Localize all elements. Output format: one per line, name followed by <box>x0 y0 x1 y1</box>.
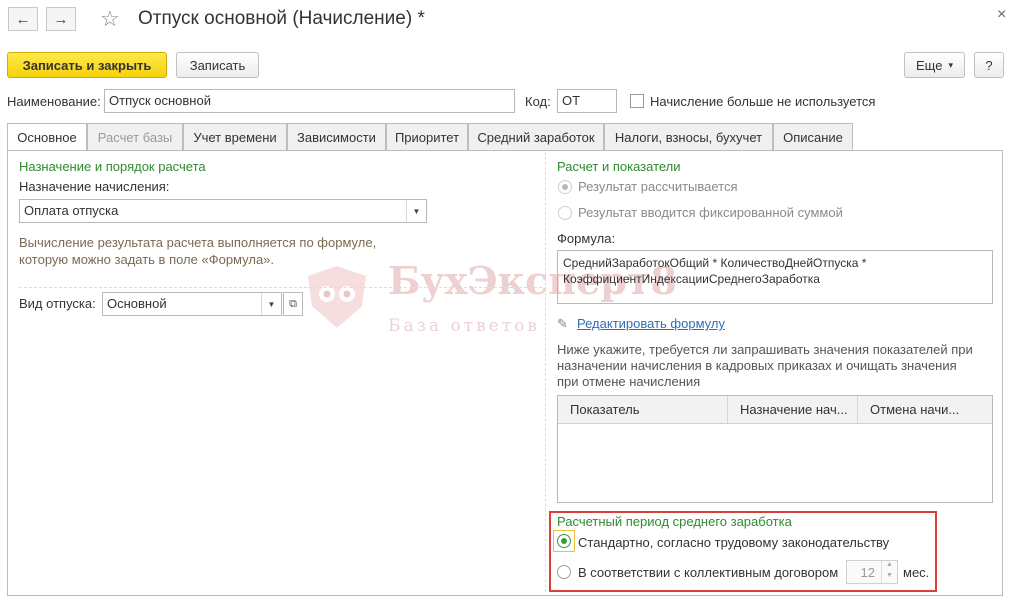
chevron-down-icon[interactable]: ▼ <box>261 293 281 315</box>
watermark-owl-logo <box>302 262 372 332</box>
forward-button[interactable]: → <box>46 7 76 31</box>
formula-label: Формула: <box>557 231 616 246</box>
chevron-down-icon: ▾ <box>948 59 953 70</box>
unused-checkbox[interactable] <box>630 94 644 108</box>
column-header-cancel[interactable]: Отмена начи... <box>858 396 992 423</box>
right-section-title: Расчет и показатели <box>557 159 681 174</box>
edit-formula-link[interactable]: Редактировать формулу <box>577 316 725 331</box>
more-button[interactable]: Еще ▾ <box>904 52 965 78</box>
vacation-kind-select[interactable]: Основной ▼ <box>102 292 282 316</box>
watermark-tagline: База ответов <box>388 316 540 336</box>
pencil-icon: ✎ <box>557 316 568 331</box>
indicators-grid[interactable]: Показатель Назначение нач... Отмена начи… <box>557 395 993 503</box>
back-icon: ← <box>15 10 31 28</box>
formula-hint: Вычисление результата расчета выполняетс… <box>19 235 377 267</box>
name-field[interactable]: Отпуск основной <box>104 89 515 113</box>
indicators-hint: Ниже укажите, требуется ли запрашивать з… <box>557 342 973 389</box>
save-and-close-button[interactable]: Записать и закрыть <box>7 52 167 78</box>
tab-priority[interactable]: Приоритет <box>386 123 468 150</box>
tab-time-accounting[interactable]: Учет времени <box>183 123 287 150</box>
vacation-kind-value: Основной <box>107 296 167 311</box>
left-section-title: Назначение и порядок расчета <box>19 159 206 174</box>
purpose-value: Оплата отпуска <box>24 203 119 218</box>
code-label: Код: <box>525 94 551 109</box>
months-value: 12 <box>860 565 875 580</box>
tab-description[interactable]: Описание <box>773 123 853 150</box>
purpose-label: Назначение начисления: <box>19 179 170 194</box>
tab-dependencies[interactable]: Зависимости <box>287 123 386 150</box>
stepper-down-icon[interactable]: ▼ <box>881 572 897 583</box>
favorite-star-icon[interactable]: ☆ <box>100 6 120 32</box>
formula-field[interactable]: СреднийЗаработокОбщий * КоличествоДнейОт… <box>557 250 993 304</box>
radio-fixed-label: Результат вводится фиксированной суммой <box>578 205 843 220</box>
radio-standard-label: Стандартно, согласно трудовому законодат… <box>578 535 890 550</box>
save-button[interactable]: Записать <box>176 52 259 78</box>
tab-base-calc[interactable]: Расчет базы <box>87 123 183 150</box>
more-label: Еще <box>916 57 943 73</box>
separator <box>19 287 542 288</box>
months-stepper[interactable]: 12 ▲ ▼ <box>846 560 898 584</box>
tab-average-earnings[interactable]: Средний заработок <box>468 123 604 150</box>
radio-collective[interactable] <box>557 565 571 579</box>
unused-label: Начисление больше не используется <box>650 94 876 109</box>
radio-calculated-label: Результат рассчитывается <box>578 179 738 194</box>
back-button[interactable]: ← <box>8 7 38 31</box>
radio-calculated[interactable] <box>558 180 572 194</box>
stepper-up-icon[interactable]: ▲ <box>881 561 897 572</box>
column-header-indicator[interactable]: Показатель <box>558 396 728 423</box>
months-unit: мес. <box>903 565 930 580</box>
purpose-select[interactable]: Оплата отпуска ▼ <box>19 199 427 223</box>
forward-icon: → <box>53 10 69 28</box>
open-icon[interactable]: ⧉ <box>283 292 303 316</box>
close-icon[interactable]: × <box>997 6 1006 24</box>
grid-header: Показатель Назначение нач... Отмена начи… <box>558 396 992 424</box>
avg-period-title: Расчетный период среднего заработка <box>557 514 792 529</box>
name-label: Наименование: <box>7 94 101 109</box>
help-button[interactable]: ? <box>974 52 1004 78</box>
column-header-assign[interactable]: Назначение нач... <box>728 396 858 423</box>
chevron-down-icon[interactable]: ▼ <box>406 200 426 222</box>
window-title: Отпуск основной (Начисление) * <box>138 8 425 29</box>
tab-main[interactable]: Основное <box>7 123 87 151</box>
radio-fixed[interactable] <box>558 206 572 220</box>
vacation-kind-label: Вид отпуска: <box>19 296 96 311</box>
column-divider <box>545 152 546 592</box>
code-field[interactable]: ОТ <box>557 89 617 113</box>
radio-collective-label: В соответствии с коллективным договором <box>578 565 839 580</box>
tab-taxes[interactable]: Налоги, взносы, бухучет <box>604 123 773 150</box>
radio-standard[interactable] <box>557 534 571 548</box>
